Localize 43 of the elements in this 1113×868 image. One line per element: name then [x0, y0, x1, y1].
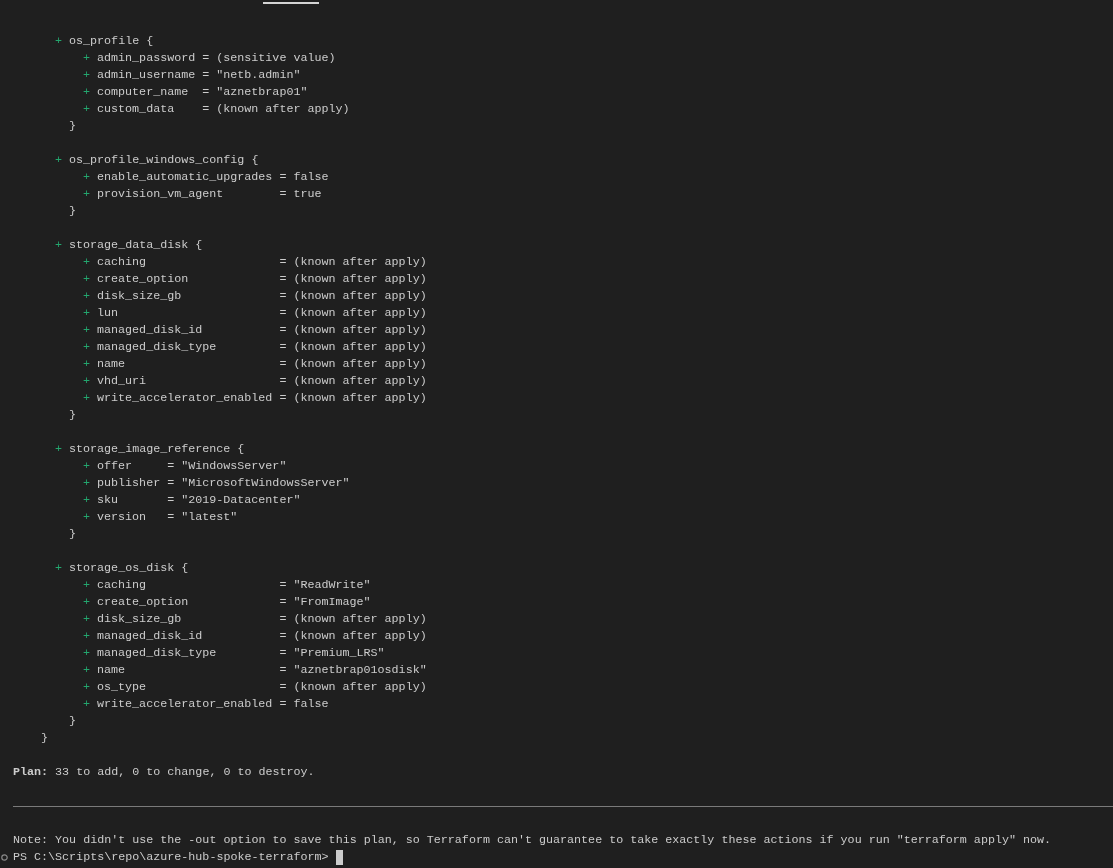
attribute-line: + caching = (known after apply) — [83, 254, 427, 271]
text-cursor — [335, 850, 343, 865]
attribute-line: + name = (known after apply) — [83, 356, 427, 373]
closing-brace: } — [41, 730, 48, 747]
attribute-line: + publisher = "MicrosoftWindowsServer" — [83, 475, 350, 492]
attribute-line: + write_accelerator_enabled = false — [83, 696, 329, 713]
attribute-line: + managed_disk_id = (known after apply) — [83, 628, 427, 645]
attribute-line: + disk_size_gb = (known after apply) — [83, 611, 427, 628]
block-header-line: + storage_os_disk { — [55, 560, 189, 577]
attribute-line: + enable_automatic_upgrades = false — [83, 169, 329, 186]
note-text: Note: You didn't use the -out option to save this plan, so Terraform can't guarantee to take exactly these actions if you run "terraform apply" now. — [13, 832, 1052, 849]
attribute-line: + provision_vm_agent = true — [83, 186, 322, 203]
attribute-line: + caching = "ReadWrite" — [83, 577, 371, 594]
attribute-line: + admin_username = "netb.admin" — [83, 67, 301, 84]
attribute-line: + create_option = (known after apply) — [83, 271, 427, 288]
closing-brace: } — [69, 713, 76, 730]
attribute-line: + managed_disk_type = (known after apply) — [83, 339, 427, 356]
attribute-line: + os_type = (known after apply) — [83, 679, 427, 696]
circle-icon — [1, 854, 8, 861]
closing-brace: } — [69, 526, 76, 543]
attribute-line: + custom_data = (known after apply) — [83, 101, 350, 118]
block-header-line: + storage_image_reference { — [55, 441, 245, 458]
closing-brace: } — [69, 203, 76, 220]
attribute-line: + computer_name = "aznetbrap01" — [83, 84, 308, 101]
plan-summary: Plan: 33 to add, 0 to change, 0 to destroy. — [13, 764, 315, 781]
attribute-line: + managed_disk_type = "Premium_LRS" — [83, 645, 385, 662]
attribute-line: + disk_size_gb = (known after apply) — [83, 288, 427, 305]
attribute-line: + lun = (known after apply) — [83, 305, 427, 322]
attribute-line: + offer = "WindowsServer" — [83, 458, 287, 475]
attribute-line: + name = "aznetbrap01osdisk" — [83, 662, 427, 679]
attribute-line: + write_accelerator_enabled = (known after apply) — [83, 390, 427, 407]
block-header-line: + os_profile { — [55, 33, 154, 50]
block-header-line: + storage_data_disk { — [55, 237, 203, 254]
attribute-line: + sku = "2019-Datacenter" — [83, 492, 301, 509]
attribute-line: + managed_disk_id = (known after apply) — [83, 322, 427, 339]
closing-brace: } — [69, 118, 76, 135]
block-header-line: + os_profile_windows_config { — [55, 152, 259, 169]
attribute-line: + create_option = "FromImage" — [83, 594, 371, 611]
attribute-line: + admin_password = (sensitive value) — [83, 50, 336, 67]
attribute-line: + vhd_uri = (known after apply) — [83, 373, 427, 390]
attribute-line: + version = "latest" — [83, 509, 238, 526]
closing-brace: } — [69, 407, 76, 424]
prompt-text: PS C:\Scripts\repo\azure-hub-spoke-terraform> — [13, 849, 329, 866]
